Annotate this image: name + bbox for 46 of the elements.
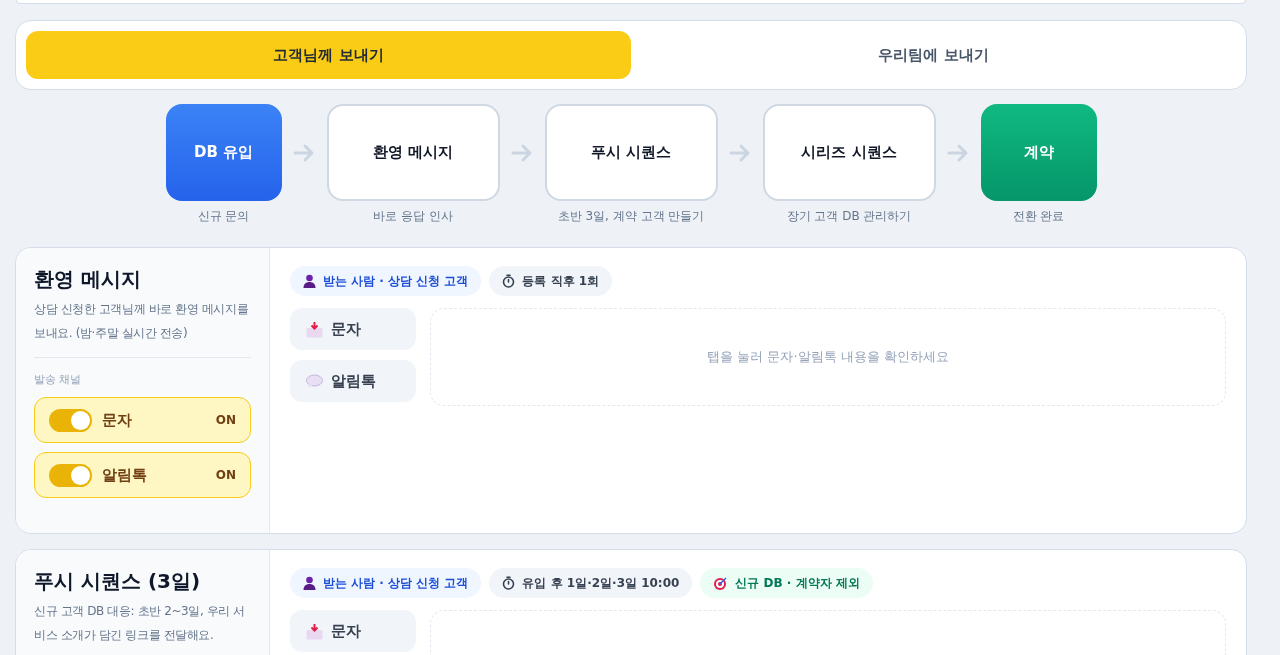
- inbox-icon: [306, 622, 323, 640]
- send-tab[interactable]: 고객님께 보내기: [26, 31, 631, 79]
- person-icon: [303, 576, 316, 590]
- send-tab[interactable]: 우리팀에 보내기: [631, 31, 1236, 79]
- channel-state: ON: [215, 413, 236, 427]
- section-title: 환영 메시지: [34, 266, 142, 293]
- info-chip: 받는 사람 · 상담 신청 고객: [290, 568, 482, 598]
- flow-step: 환영 메시지: [326, 104, 500, 201]
- message-tab[interactable]: 문자: [290, 610, 416, 652]
- channel-toggle-row[interactable]: 문자 ON: [34, 397, 251, 443]
- info-chip: 신규 DB · 계약자 제외: [700, 568, 873, 598]
- target-icon: [713, 575, 729, 591]
- step-caption: 장기 고객 DB 관리하기: [786, 208, 912, 225]
- channel-label: 발송 채널: [34, 372, 83, 387]
- channel-state: ON: [215, 468, 236, 482]
- stopwatch-icon: [502, 576, 516, 590]
- arrow-icon: [511, 142, 533, 163]
- flow-step: 시리즈 시퀀스: [762, 104, 936, 201]
- section-description: 신규 고객 DB 대응: 초반 2~3일, 우리 서비스 소개가 담긴 링크를 전달해요.: [34, 603, 246, 644]
- info-chip: 받는 사람 · 상담 신청 고객: [290, 266, 482, 296]
- section-title: 푸시 시퀀스 (3일): [34, 568, 202, 595]
- flow-step: 계약: [980, 104, 1097, 201]
- speech-bubble-icon: [306, 373, 323, 389]
- arrow-icon: [947, 142, 969, 163]
- flow-step: 푸시 시퀀스: [544, 104, 718, 201]
- channel-toggle-row[interactable]: 알림톡 ON: [34, 452, 251, 498]
- toggle-switch[interactable]: [49, 408, 92, 432]
- step-caption: 바로 응답 인사: [373, 208, 453, 225]
- step-caption: 초반 3일, 계약 고객 만들기: [557, 208, 705, 225]
- channel-name: 문자: [102, 410, 133, 430]
- flow-step: DB 유입: [165, 104, 282, 201]
- stopwatch-icon: [502, 274, 516, 288]
- channel-name: 알림톡: [102, 465, 148, 485]
- info-chip: 유입 후 1일·2일·3일 10:00: [489, 568, 693, 598]
- inbox-icon: [306, 320, 323, 338]
- step-caption: 신규 문의: [197, 208, 250, 225]
- info-chip: 등록 직후 1회: [489, 266, 613, 296]
- preview-hint: 탭을 눌러 문자·알림톡 내용을 확인하세요: [707, 348, 949, 366]
- person-icon: [303, 274, 316, 288]
- message-tab[interactable]: 알림톡: [290, 360, 416, 402]
- arrow-icon: [293, 142, 315, 163]
- section-description: 상담 신청한 고객님께 바로 환영 메시지를 보내요. (밤·주말 실시간 전송): [34, 301, 250, 342]
- toggle-switch[interactable]: [49, 463, 92, 487]
- arrow-icon: [729, 142, 751, 163]
- message-tab[interactable]: 문자: [290, 308, 416, 350]
- step-caption: 전환 완료: [1012, 208, 1065, 225]
